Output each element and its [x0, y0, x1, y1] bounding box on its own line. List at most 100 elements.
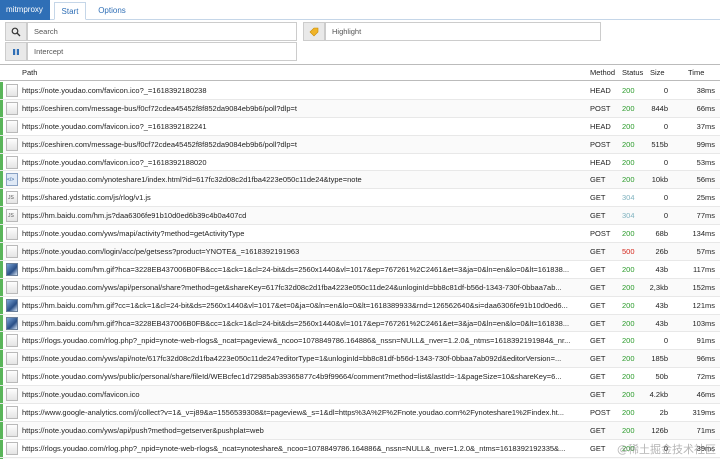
- row-status: 200: [622, 318, 635, 328]
- table-row[interactable]: https://ceshiren.com/message-bus/f0cf72c…: [0, 99, 720, 118]
- table-row[interactable]: https://note.youdao.com/yws/api/note/617…: [0, 350, 720, 369]
- row-size: 43b: [655, 300, 668, 310]
- row-path: https://rlogs.youdao.com/rlog.php?_npid=…: [22, 443, 566, 453]
- row-marker: [0, 386, 3, 404]
- tab-options[interactable]: Options: [92, 2, 132, 20]
- script-file-icon: [6, 209, 18, 223]
- row-status: 200: [622, 408, 635, 418]
- table-row[interactable]: https://ceshiren.com/message-bus/f0cf72c…: [0, 135, 720, 154]
- table-row[interactable]: https://note.youdao.com/favicon.ico?_=16…: [0, 117, 720, 136]
- highlight-icon[interactable]: [303, 22, 325, 41]
- row-time: 57ms: [696, 247, 715, 257]
- row-method: GET: [590, 300, 606, 310]
- row-path: https://hm.baidu.com/hm.gif?hca=3228EB43…: [22, 264, 570, 274]
- row-status: 500: [622, 247, 635, 257]
- html-file-icon: [6, 173, 18, 187]
- column-header-method[interactable]: Method: [590, 68, 615, 77]
- row-status: 200: [622, 139, 635, 149]
- document-file-icon: [6, 388, 18, 402]
- row-size: 26b: [655, 247, 668, 257]
- row-size: 2,3kb: [649, 282, 668, 292]
- table-row[interactable]: https://note.youdao.com/yws/mapi/activit…: [0, 225, 720, 244]
- row-time: 117ms: [693, 264, 715, 274]
- row-path: https://note.youdao.com/favicon.ico: [22, 390, 140, 400]
- row-status: 200: [622, 354, 635, 364]
- row-method: GET: [590, 390, 606, 400]
- row-method: GET: [590, 354, 606, 364]
- row-size: 43b: [655, 318, 668, 328]
- row-size: 43b: [655, 264, 668, 274]
- pause-icon[interactable]: [5, 42, 27, 61]
- row-time: 37ms: [696, 121, 715, 131]
- row-size: 0: [663, 211, 668, 221]
- row-time: 319ms: [692, 408, 715, 418]
- document-file-icon: [6, 406, 18, 420]
- tab-start[interactable]: Start: [54, 2, 86, 20]
- column-header-status[interactable]: Status: [622, 68, 643, 77]
- row-method: GET: [590, 282, 606, 292]
- row-path: https://note.youdao.com/yws/api/push?met…: [22, 425, 264, 435]
- table-row[interactable]: https://note.youdao.com/favicon.ico?_=16…: [0, 153, 720, 172]
- row-method: POST: [590, 408, 611, 418]
- row-status: 200: [622, 264, 635, 274]
- table-row[interactable]: https://note.youdao.com/yws/public/perso…: [0, 368, 720, 387]
- table-row[interactable]: https://note.youdao.com/yws/api/personal…: [0, 278, 720, 297]
- intercept-input[interactable]: Intercept: [27, 42, 297, 61]
- table-row[interactable]: https://rlogs.youdao.com/rlog.php?_npid=…: [0, 332, 720, 351]
- document-file-icon: [6, 245, 18, 259]
- document-file-icon: [6, 101, 18, 115]
- table-row[interactable]: https://hm.baidu.com/hm.gif?cc=1&ck=1&cl…: [0, 296, 720, 315]
- row-path: https://www.google-analytics.com/j/colle…: [22, 408, 564, 418]
- row-status: 200: [622, 425, 635, 435]
- brand-tab[interactable]: mitmproxy: [0, 0, 50, 20]
- table-row[interactable]: https://note.youdao.com/ynoteshare1/inde…: [0, 171, 720, 190]
- row-size: 68b: [655, 229, 668, 239]
- row-marker: [0, 189, 3, 207]
- flow-list: https://note.youdao.com/favicon.ico?_=16…: [0, 82, 720, 459]
- column-header-path[interactable]: Path: [22, 68, 37, 77]
- row-status: 200: [622, 157, 635, 167]
- row-marker: [0, 243, 3, 260]
- row-method: GET: [590, 318, 606, 328]
- row-marker: [0, 153, 3, 171]
- search-input[interactable]: Search: [27, 22, 297, 41]
- row-path: https://note.youdao.com/login/acc/pe/get…: [22, 247, 300, 257]
- search-icon[interactable]: [5, 22, 27, 41]
- document-file-icon: [6, 423, 18, 437]
- row-time: 71ms: [696, 425, 715, 435]
- row-marker: [0, 368, 3, 386]
- row-status: 200: [622, 372, 635, 382]
- row-method: HEAD: [590, 157, 611, 167]
- row-marker: [0, 99, 3, 117]
- table-row[interactable]: https://note.youdao.com/favicon.ico GET 20…: [0, 386, 720, 405]
- highlight-input[interactable]: Highlight: [325, 22, 601, 41]
- table-row[interactable]: https://hm.baidu.com/hm.gif?hca=3228EB43…: [0, 314, 720, 333]
- table-row[interactable]: https://note.youdao.com/yws/api/push?met…: [0, 421, 720, 440]
- table-header: Path Method Status Size Time: [0, 64, 720, 81]
- document-file-icon: [6, 441, 18, 455]
- table-row[interactable]: https://hm.baidu.com/hm.gif?hca=3228EB43…: [0, 260, 720, 279]
- row-marker: [0, 421, 3, 439]
- column-header-size[interactable]: Size: [650, 68, 665, 77]
- row-marker: [0, 82, 3, 99]
- table-row[interactable]: https://www.google-analytics.com/j/colle…: [0, 404, 720, 422]
- row-path: https://note.youdao.com/yws/mapi/activit…: [22, 229, 245, 239]
- row-size: 2b: [659, 408, 668, 418]
- row-time: 103ms: [692, 318, 715, 328]
- table-row[interactable]: https://shared.ydstatic.com/js/rlog/v1.j…: [0, 189, 720, 208]
- table-row[interactable]: https://note.youdao.com/favicon.ico?_=16…: [0, 82, 720, 100]
- table-row[interactable]: https://hm.baidu.com/hm.js?daa6306fe91b1…: [0, 207, 720, 226]
- table-row[interactable]: https://note.youdao.com/login/acc/pe/get…: [0, 243, 720, 261]
- row-marker: [0, 225, 3, 243]
- row-path: https://rlogs.youdao.com/rlog.php?_npid=…: [22, 336, 571, 346]
- column-header-time[interactable]: Time: [688, 68, 704, 77]
- row-method: HEAD: [590, 121, 611, 131]
- row-path: https://note.youdao.com/yws/api/personal…: [22, 282, 562, 292]
- table-row[interactable]: https://rlogs.youdao.com/rlog.php?_npid=…: [0, 439, 720, 458]
- pause-glyph: [13, 48, 19, 55]
- script-file-icon: [6, 191, 18, 205]
- row-path: https://note.youdao.com/yws/public/perso…: [22, 372, 562, 382]
- row-time: 152ms: [692, 282, 715, 292]
- row-path: https://shared.ydstatic.com/js/rlog/v1.j…: [22, 193, 151, 203]
- row-path: https://note.youdao.com/favicon.ico?_=16…: [22, 121, 207, 131]
